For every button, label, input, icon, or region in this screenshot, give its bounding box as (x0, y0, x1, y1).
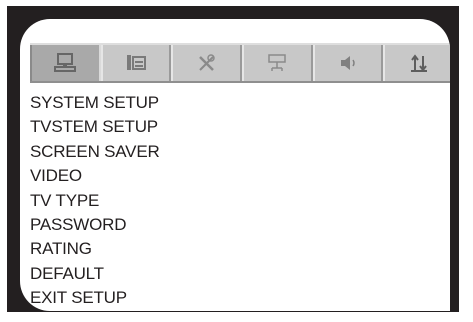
setup-menu-screen: SYSTEM SETUP TVSTEM SETUP SCREEN SAVER V… (20, 19, 450, 311)
menu-item-tv-type[interactable]: TV TYPE (30, 189, 160, 213)
menu-item-video[interactable]: VIDEO (30, 164, 160, 188)
menu-item-tvstem-setup[interactable]: TVSTEM SETUP (30, 115, 160, 139)
menu-item-exit-setup[interactable]: EXIT SETUP (30, 286, 160, 310)
speaker-icon (341, 56, 355, 70)
tab-tv-setup[interactable] (100, 45, 172, 81)
tab-audio[interactable] (312, 45, 384, 81)
network-icon (268, 54, 287, 71)
menu-item-rating[interactable]: RATING (30, 237, 160, 261)
tab-sort[interactable] (383, 45, 450, 81)
menu-item-password[interactable]: PASSWORD (30, 213, 160, 237)
tv-setup-icon (127, 55, 146, 70)
setup-menu-list: SYSTEM SETUP TVSTEM SETUP SCREEN SAVER V… (30, 91, 160, 311)
sort-icon (410, 54, 427, 72)
menu-item-default[interactable]: DEFAULT (30, 262, 160, 286)
setup-tab-bar (30, 43, 450, 83)
computer-icon (54, 53, 77, 72)
tab-system[interactable] (30, 45, 101, 81)
menu-item-screen-saver[interactable]: SCREEN SAVER (30, 140, 160, 164)
tab-network[interactable] (242, 45, 313, 81)
tab-tools[interactable] (171, 45, 243, 81)
menu-item-system-setup[interactable]: SYSTEM SETUP (30, 91, 160, 115)
tools-icon (198, 54, 215, 71)
